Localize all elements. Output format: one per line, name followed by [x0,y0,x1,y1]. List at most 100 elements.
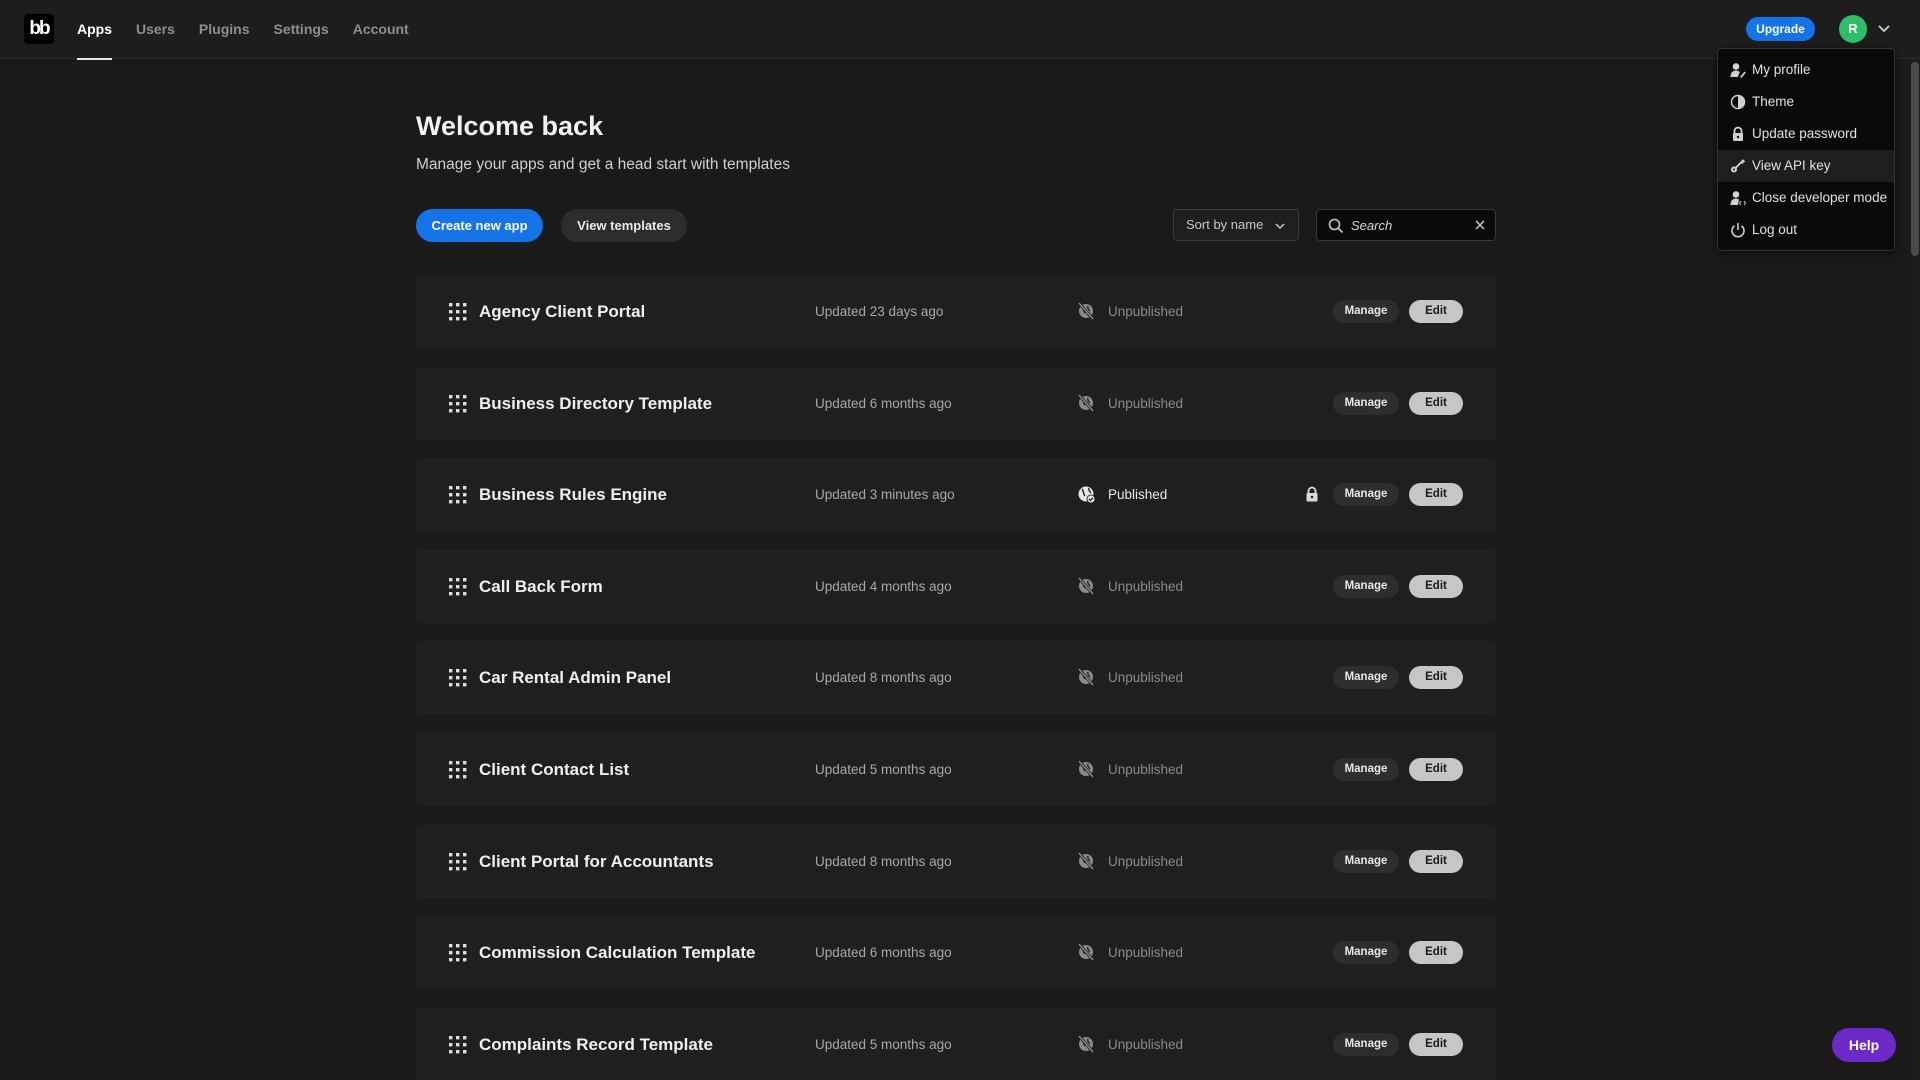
manage-button[interactable]: Manage [1333,300,1399,323]
manage-button[interactable]: Manage [1333,1033,1399,1056]
published-globe-icon [1078,486,1096,504]
unpublished-icon [1077,302,1095,320]
app-grid-icon [449,395,467,413]
app-grid-icon [449,853,467,871]
app-name[interactable]: Client Contact List [479,733,629,806]
edit-button[interactable]: Edit [1409,941,1463,964]
app-status: Unpublished [1108,670,1184,685]
app-name[interactable]: Call Back Form [479,550,603,623]
app-status: Unpublished [1108,945,1184,960]
app-name[interactable]: Commission Calculation Template [479,916,755,989]
top-navigation-bar: bb Apps Users Plugins Settings Account U… [0,0,1920,60]
manage-button[interactable]: Manage [1333,392,1399,415]
chevron-down-icon[interactable] [1876,20,1892,36]
unpublished-status-icon [1077,943,1095,966]
unpublished-status-icon [1077,760,1095,783]
clear-search-icon[interactable] [1475,220,1485,230]
app-name[interactable]: Business Rules Engine [479,458,667,531]
nav-tab-account[interactable]: Account [353,0,409,59]
chevron-down-icon [1275,223,1285,230]
app-status: Unpublished [1108,1037,1184,1052]
lock-icon [1733,126,1743,141]
app-grid-icon [449,486,467,504]
page-title: Welcome back [416,111,604,141]
budibase-logo[interactable]: bb [24,14,54,44]
app-row[interactable]: Business Directory Template Updated 6 mo… [416,367,1496,440]
app-status: Unpublished [1108,304,1184,319]
app-row[interactable]: Client Portal for Accountants Updated 8 … [416,825,1496,898]
unpublished-status-icon [1077,1035,1095,1058]
menu-item-label: Close developer mode [1752,190,1888,205]
app-row[interactable]: Commission Calculation Template Updated … [416,916,1496,989]
app-row[interactable]: Call Back Form Updated 4 months ago Unpu… [416,550,1496,623]
app-grid-icon [449,1036,467,1054]
unpublished-status-icon [1077,394,1095,417]
unpublished-icon [1077,577,1095,595]
scrollbar-thumb[interactable] [1911,62,1919,256]
nav-tab-users[interactable]: Users [136,0,175,59]
manage-button[interactable]: Manage [1333,666,1399,689]
nav-tab-apps[interactable]: Apps [77,0,112,60]
menu-item-view-api-key[interactable]: View API key [1718,150,1894,182]
menu-item-label: Theme [1752,94,1795,109]
sort-select[interactable]: Sort by name [1173,209,1299,241]
unpublished-icon [1077,394,1095,412]
edit-button[interactable]: Edit [1409,666,1463,689]
search-field [1316,209,1496,241]
page-subtitle: Manage your apps and get a head start wi… [416,156,790,173]
nav-tab-plugins[interactable]: Plugins [199,0,250,59]
menu-item-theme[interactable]: Theme [1718,86,1894,118]
menu-item-update-password[interactable]: Update password [1718,118,1894,150]
app-updated-time: Updated 6 months ago [815,945,952,960]
user-menu-dropdown: My profile Theme Update password View AP… [1717,48,1895,251]
app-name[interactable]: Agency Client Portal [479,275,645,348]
app-row[interactable]: Agency Client Portal Updated 23 days ago… [416,275,1496,348]
menu-item-log-out[interactable]: Log out [1718,214,1894,246]
app-name[interactable]: Client Portal for Accountants [479,825,714,898]
app-updated-time: Updated 8 months ago [815,854,952,869]
manage-button[interactable]: Manage [1333,941,1399,964]
edit-button[interactable]: Edit [1409,1033,1463,1056]
menu-item-close-developer-mode[interactable]: Close developer mode [1718,182,1894,214]
app-updated-time: Updated 5 months ago [815,1037,952,1052]
unpublished-icon [1077,668,1095,686]
help-button[interactable]: Help [1832,1028,1896,1062]
power-icon [1731,223,1745,238]
app-status: Unpublished [1108,396,1184,411]
edit-button[interactable]: Edit [1409,300,1463,323]
search-input[interactable] [1351,210,1471,240]
edit-button[interactable]: Edit [1409,483,1463,506]
create-new-app-button[interactable]: Create new app [416,209,543,242]
app-updated-time: Updated 6 months ago [815,396,952,411]
app-row[interactable]: Client Contact List Updated 5 months ago… [416,733,1496,806]
app-row[interactable]: Complaints Record Template Updated 5 mon… [416,1008,1496,1080]
user-edit-icon [1730,63,1746,78]
menu-item-label: My profile [1752,62,1811,77]
nav-tab-settings[interactable]: Settings [273,0,328,59]
user-avatar[interactable]: R [1839,15,1867,43]
edit-button[interactable]: Edit [1409,758,1463,781]
app-name[interactable]: Complaints Record Template [479,1008,713,1080]
lock-icon[interactable] [1305,486,1319,502]
edit-button[interactable]: Edit [1409,575,1463,598]
app-row[interactable]: Car Rental Admin Panel Updated 8 months … [416,641,1496,714]
manage-button[interactable]: Manage [1333,575,1399,598]
main-nav: Apps Users Plugins Settings Account [77,0,433,60]
search-icon [1328,218,1344,234]
app-row[interactable]: Business Rules Engine Updated 3 minutes … [416,458,1496,531]
unpublished-status-icon [1077,302,1095,325]
manage-button[interactable]: Manage [1333,758,1399,781]
app-name[interactable]: Car Rental Admin Panel [479,641,671,714]
edit-button[interactable]: Edit [1409,850,1463,873]
manage-button[interactable]: Manage [1333,483,1399,506]
view-templates-button[interactable]: View templates [561,209,687,242]
app-name[interactable]: Business Directory Template [479,367,712,440]
unpublished-status-icon [1077,852,1095,875]
menu-item-my-profile[interactable]: My profile [1718,54,1894,86]
app-status: Unpublished [1108,762,1184,777]
menu-item-label: Update password [1752,126,1858,141]
app-updated-time: Updated 8 months ago [815,670,952,685]
manage-button[interactable]: Manage [1333,850,1399,873]
edit-button[interactable]: Edit [1409,392,1463,415]
upgrade-button[interactable]: Upgrade [1746,17,1815,41]
